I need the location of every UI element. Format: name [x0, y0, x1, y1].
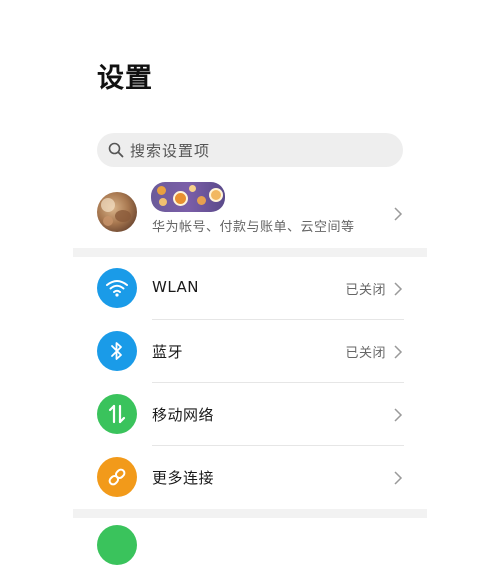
next-setting-icon [97, 525, 137, 565]
settings-item-mobile-network[interactable]: 移动网络 [73, 383, 427, 446]
settings-item-label: 移动网络 [152, 406, 215, 424]
chevron-right-icon [393, 344, 403, 359]
settings-item-wlan[interactable]: WLAN 已关闭 [73, 257, 427, 320]
link-icon [97, 457, 137, 497]
status-text: 已关闭 [345, 346, 386, 361]
account-subtitle: 华为帐号、付款与账单、云空间等 [152, 220, 355, 235]
account-name-image [151, 182, 225, 212]
page-title: 设置 [97, 63, 153, 94]
chevron-right-icon [393, 281, 403, 296]
account-row[interactable]: 华为帐号、付款与账单、云空间等 [73, 178, 427, 248]
mobile-data-icon [97, 394, 137, 434]
search-input[interactable]: 搜索设置项 [97, 133, 403, 167]
wifi-icon [97, 268, 137, 308]
settings-item-label: WLAN [152, 278, 200, 296]
section-divider [73, 248, 427, 257]
settings-item-bluetooth[interactable]: 蓝牙 已关闭 [73, 320, 427, 383]
settings-item-next[interactable] [73, 518, 427, 581]
search-placeholder: 搜索设置项 [130, 141, 211, 160]
chevron-right-icon [393, 206, 403, 221]
chevron-right-icon [393, 407, 403, 422]
avatar [97, 192, 137, 232]
section-divider [73, 509, 427, 518]
settings-item-more-connections[interactable]: 更多连接 [73, 446, 427, 509]
status-text: 已关闭 [345, 283, 386, 298]
settings-item-label: 更多连接 [152, 469, 215, 487]
search-icon [108, 142, 124, 158]
chevron-right-icon [393, 470, 403, 485]
bluetooth-icon [97, 331, 137, 371]
settings-item-label: 蓝牙 [152, 343, 184, 361]
